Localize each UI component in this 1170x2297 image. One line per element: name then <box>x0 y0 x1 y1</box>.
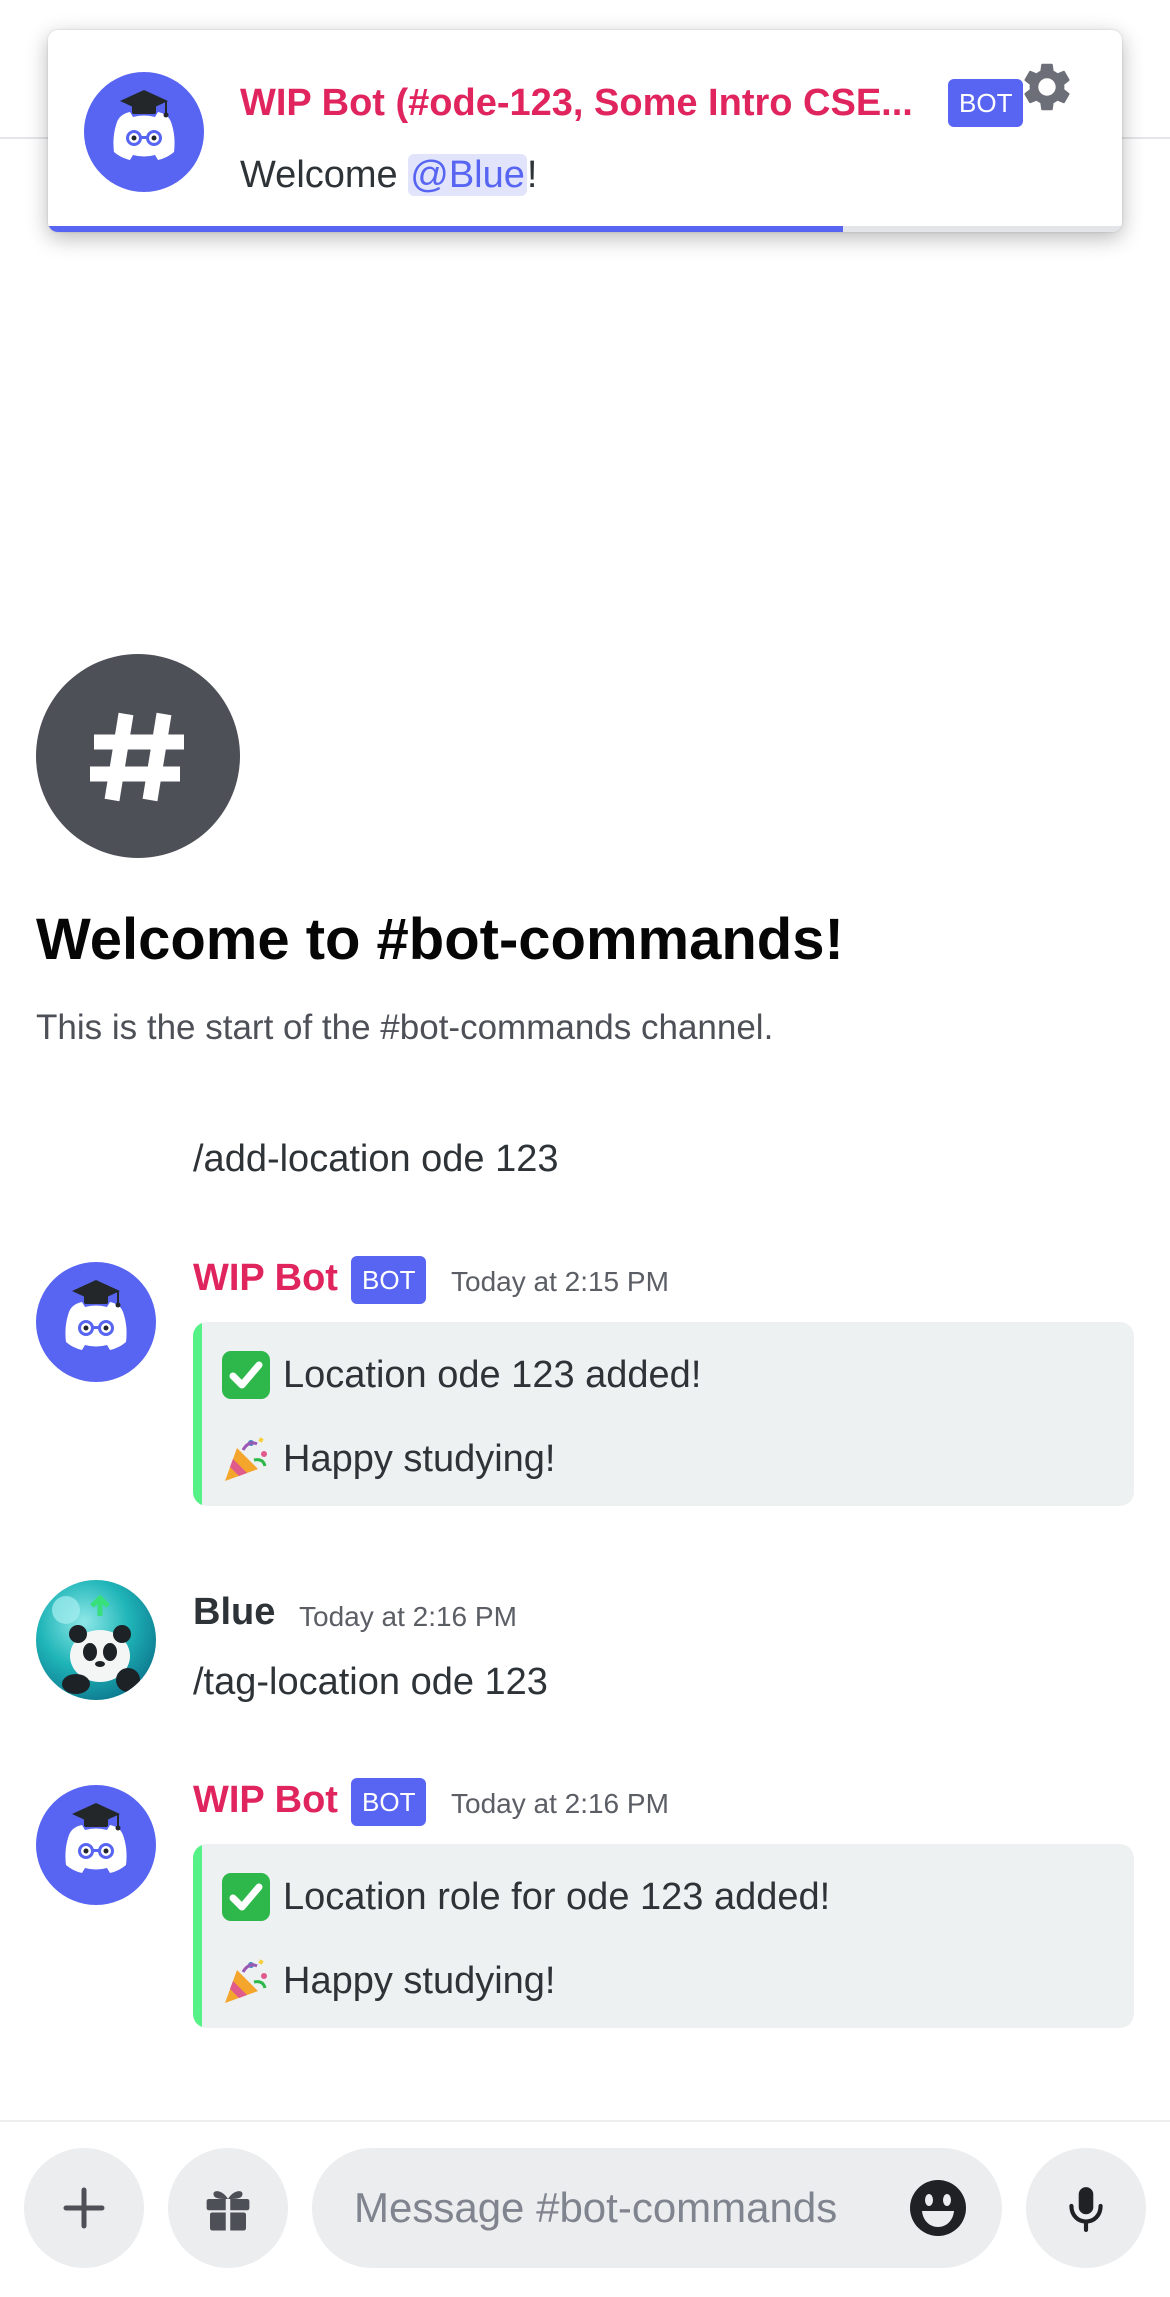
add-attachment-button[interactable] <box>24 2148 144 2268</box>
message-text: /tag-location ode 123 <box>193 1661 548 1703</box>
panda-avatar-icon <box>36 1580 156 1700</box>
notification-body-text: Welcome <box>240 154 409 196</box>
notification-body-suffix: ! <box>526 154 538 196</box>
channel-hash-avatar <box>36 654 240 858</box>
voice-message-button[interactable] <box>1026 2148 1146 2268</box>
notification-title: WIP Bot (#ode-123, Some Intro CSE... <box>240 82 913 124</box>
gift-icon <box>206 2191 250 2231</box>
message-author[interactable]: WIP Bot <box>193 1257 338 1300</box>
bot-badge: BOT <box>948 79 1024 127</box>
check-mark-button-icon <box>221 1872 271 1922</box>
emoji-icon[interactable] <box>908 2178 968 2238</box>
message-author[interactable]: WIP Bot <box>193 1779 338 1822</box>
discord-bot-avatar-icon[interactable] <box>36 1262 156 1382</box>
embed-text: Location ode 123 added! <box>283 1353 702 1396</box>
gift-button[interactable] <box>168 2148 288 2268</box>
message-author[interactable]: Blue <box>193 1591 275 1634</box>
message-input[interactable] <box>354 2148 894 2268</box>
check-mark-button-icon <box>221 1350 271 1400</box>
party-popper-icon <box>221 1956 271 2006</box>
embed-accent-bar <box>193 1322 202 1506</box>
embed-text: Happy studying! <box>283 1437 556 1480</box>
embed-line: Happy studying! <box>221 1434 556 1484</box>
message-embed: Location ode 123 added! Happy studying! <box>193 1322 1134 1506</box>
message-input-container[interactable] <box>312 2148 1002 2268</box>
gear-icon[interactable] <box>1018 58 1076 116</box>
command-message-text: /add-location ode 123 <box>193 1138 559 1180</box>
notification-body: Welcome @Blue! <box>240 154 537 197</box>
message-timestamp: Today at 2:15 PM <box>451 1266 669 1297</box>
bot-badge: BOT <box>351 1256 427 1304</box>
avatar[interactable] <box>36 1580 156 1700</box>
hash-icon <box>90 712 184 802</box>
discord-bot-avatar-icon[interactable] <box>36 1785 156 1905</box>
notification-timer-track <box>48 226 1122 232</box>
channel-welcome-title: Welcome to #bot-commands! <box>36 907 844 972</box>
user-mention[interactable]: @Blue <box>408 154 527 196</box>
embed-accent-bar <box>193 1844 202 2028</box>
embed-line: Location role for ode 123 added! <box>221 1872 830 1922</box>
party-popper-icon <box>221 1434 271 1484</box>
microphone-icon <box>1069 2187 1103 2232</box>
message-embed: Location role for ode 123 added! Happy s… <box>193 1844 1134 2028</box>
bot-badge: BOT <box>351 1778 427 1826</box>
channel-welcome-subtitle: This is the start of the #bot-commands c… <box>36 1008 774 1047</box>
message-timestamp: Today at 2:16 PM <box>451 1788 669 1819</box>
plus-icon <box>63 2187 105 2229</box>
discord-bot-avatar-icon <box>84 72 204 192</box>
embed-text: Location role for ode 123 added! <box>283 1875 831 1918</box>
composer-divider <box>0 2120 1170 2122</box>
embed-line: Location ode 123 added! <box>221 1350 701 1400</box>
notification-toast[interactable]: WIP Bot (#ode-123, Some Intro CSE... BOT… <box>48 30 1122 232</box>
message-timestamp: Today at 2:16 PM <box>299 1601 517 1632</box>
notification-timer-bar <box>48 226 843 232</box>
embed-line: Happy studying! <box>221 1956 556 2006</box>
embed-text: Happy studying! <box>283 1959 556 2002</box>
